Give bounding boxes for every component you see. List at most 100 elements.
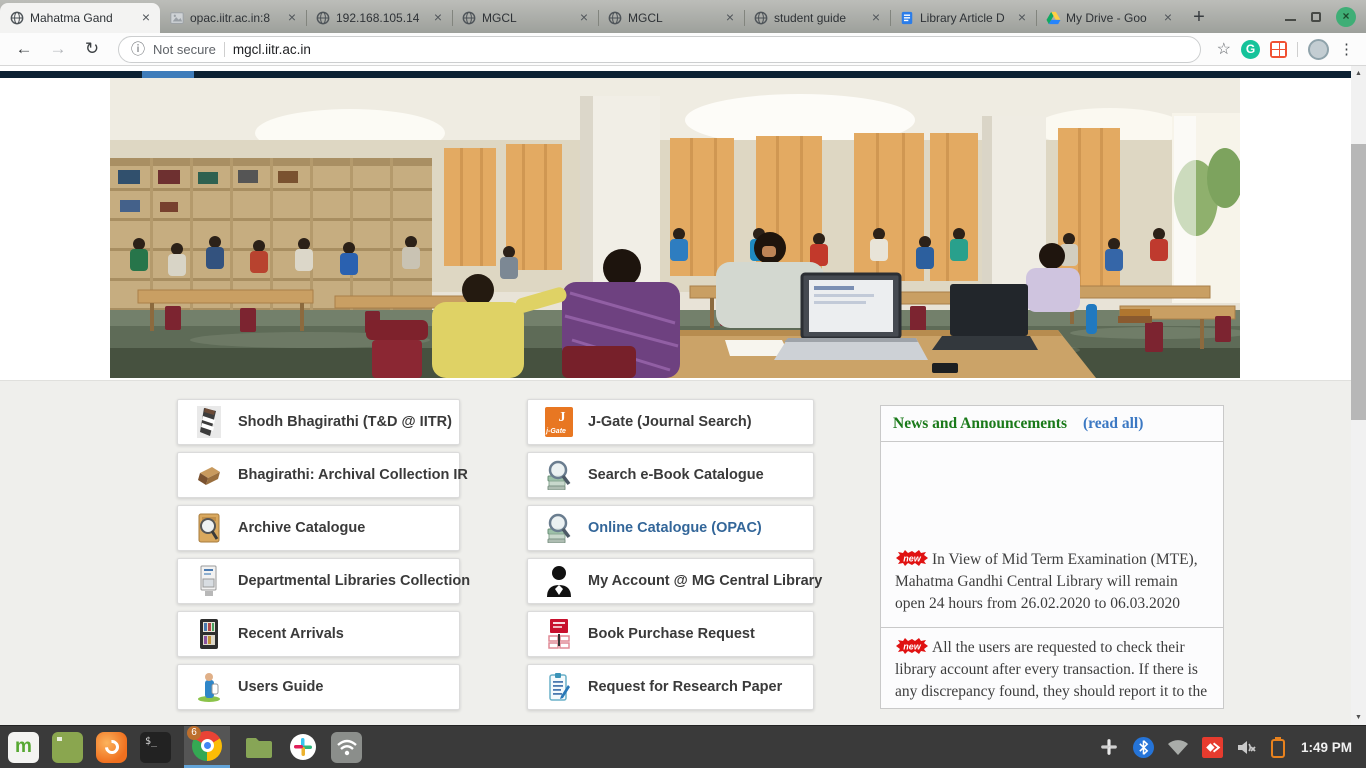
divider xyxy=(224,42,225,57)
wifi-icon[interactable] xyxy=(1167,739,1189,756)
tab-ip-address[interactable]: 192.168.105.14 × xyxy=(306,3,452,33)
clock[interactable]: 1:49 PM xyxy=(1301,740,1352,755)
tab-library-article[interactable]: Library Article D × xyxy=(890,3,1036,33)
close-icon[interactable]: × xyxy=(576,10,592,26)
news-header: News and Announcements (read all) xyxy=(881,406,1223,442)
news-item-text: newIn View of Mid Term Examination (MTE)… xyxy=(895,549,1209,615)
tab-title: 192.168.105.14 xyxy=(336,11,425,25)
tab-title: student guide xyxy=(774,11,863,25)
link-users-guide[interactable]: Users Guide xyxy=(177,664,460,710)
browser-toolbar: ← → ↻ ⓘ Not secure mgcl.iitr.ac.in ☆ G ⋮ xyxy=(0,33,1366,66)
window-controls: × xyxy=(1285,0,1356,33)
profile-avatar[interactable] xyxy=(1308,39,1329,60)
scroll-down-arrow[interactable]: ▼ xyxy=(1351,710,1366,725)
link-shodh-bhagirathi[interactable]: Shodh Bhagirathi (T&D @ IITR) xyxy=(177,399,460,445)
link-ebook-catalogue[interactable]: Search e-Book Catalogue xyxy=(527,452,814,498)
kiosk-icon xyxy=(195,563,223,599)
chrome-menu-icon[interactable]: ⋮ xyxy=(1339,40,1354,58)
active-nav-item-indicator xyxy=(142,71,194,78)
network-launcher-icon[interactable] xyxy=(331,732,362,763)
new-tab-button[interactable]: + xyxy=(1182,3,1216,33)
book-search-icon xyxy=(545,457,573,493)
mint-menu-button[interactable]: m xyxy=(8,732,39,763)
file-manager-icon[interactable] xyxy=(243,732,274,763)
link-opac[interactable]: Online Catalogue (OPAC) xyxy=(527,505,814,551)
link-jgate[interactable]: Jj-Gate J-Gate (Journal Search) xyxy=(527,399,814,445)
globe-favicon xyxy=(753,10,769,26)
reload-button[interactable]: ↻ xyxy=(80,39,104,59)
grammarly-extension-icon[interactable]: G xyxy=(1241,40,1260,59)
bluetooth-icon[interactable] xyxy=(1133,737,1154,758)
news-item: newIn View of Mid Term Examination (MTE)… xyxy=(881,442,1223,628)
slack-tray-icon[interactable] xyxy=(1098,736,1120,758)
volume-muted-icon[interactable] xyxy=(1236,738,1258,757)
tab-mahatma-gandhi-library[interactable]: Mahatma Gand × xyxy=(0,3,160,33)
library-photo xyxy=(110,78,1240,378)
show-desktop-icon[interactable] xyxy=(52,732,83,763)
close-icon[interactable]: × xyxy=(138,10,154,26)
link-book-purchase[interactable]: Book Purchase Request xyxy=(527,611,814,657)
taskbar: m $_ 6 1:49 PM xyxy=(0,725,1366,768)
close-icon[interactable]: × xyxy=(722,10,738,26)
account-person-icon xyxy=(545,563,573,599)
google-docs-favicon xyxy=(899,10,915,26)
link-my-account[interactable]: My Account @ MG Central Library xyxy=(527,558,814,604)
address-bar[interactable]: ⓘ Not secure mgcl.iitr.ac.in xyxy=(118,36,1201,63)
close-icon[interactable]: × xyxy=(1014,10,1030,26)
divider xyxy=(1297,42,1298,57)
tab-opac[interactable]: opac.iitr.ac.in:8 × xyxy=(160,3,306,33)
close-icon[interactable]: × xyxy=(284,10,300,26)
restore-button[interactable] xyxy=(1311,12,1321,22)
security-label: Not secure xyxy=(153,42,216,57)
anydesk-icon[interactable] xyxy=(1202,737,1223,758)
extension-icon[interactable] xyxy=(1270,41,1287,58)
link-archival-collection[interactable]: Bhagirathi: Archival Collection IR xyxy=(177,452,460,498)
system-tray: 1:49 PM xyxy=(1098,736,1358,758)
browser-tab-strip: Mahatma Gand × opac.iitr.ac.in:8 × 192.1… xyxy=(0,0,1366,33)
news-title: News and Announcements xyxy=(893,415,1067,433)
forward-button[interactable]: → xyxy=(46,39,70,59)
close-icon[interactable]: × xyxy=(430,10,446,26)
battery-icon[interactable] xyxy=(1271,737,1285,758)
slack-icon[interactable] xyxy=(287,732,318,763)
chrome-notification-badge: 6 xyxy=(187,726,201,740)
tab-mgcl-2[interactable]: MGCL × xyxy=(598,3,744,33)
svg-text:new: new xyxy=(903,642,922,652)
read-all-link[interactable]: (read all) xyxy=(1083,415,1143,433)
link-departmental-libraries[interactable]: Departmental Libraries Collection xyxy=(177,558,460,604)
svg-text:j-Gate: j-Gate xyxy=(545,428,566,435)
back-button[interactable]: ← xyxy=(12,39,36,59)
scrollbar-thumb[interactable] xyxy=(1351,144,1366,420)
link-research-paper-request[interactable]: Request for Research Paper xyxy=(527,664,814,710)
globe-favicon xyxy=(607,10,623,26)
url-text: mgcl.iitr.ac.in xyxy=(233,42,311,57)
scroll-up-arrow[interactable]: ▲ xyxy=(1351,66,1366,81)
firefox-icon[interactable] xyxy=(96,732,127,763)
site-nav-bar-edge xyxy=(0,71,1351,78)
tab-title: Library Article D xyxy=(920,11,1009,25)
chrome-taskbar-button[interactable]: 6 xyxy=(184,726,230,768)
book-form-icon xyxy=(545,616,573,652)
info-icon[interactable]: ⓘ xyxy=(131,39,145,59)
terminal-icon[interactable]: $_ xyxy=(140,732,171,763)
tab-student-guide[interactable]: student guide × xyxy=(744,3,890,33)
quick-links-column-2: Jj-Gate J-Gate (Journal Search) Search e… xyxy=(527,399,814,717)
window-close-button[interactable]: × xyxy=(1336,7,1356,27)
close-icon[interactable]: × xyxy=(868,10,884,26)
bookshelf-icon xyxy=(195,616,223,652)
google-drive-favicon xyxy=(1045,10,1061,26)
archive-box-icon xyxy=(195,457,223,493)
bookmark-star-icon[interactable]: ☆ xyxy=(1217,39,1231,59)
link-archive-catalogue[interactable]: Archive Catalogue xyxy=(177,505,460,551)
page-scrollbar[interactable]: ▲ ▼ xyxy=(1351,66,1366,725)
news-item: newAll the users are requested to check … xyxy=(881,628,1223,708)
tab-my-drive[interactable]: My Drive - Goo × xyxy=(1036,3,1182,33)
minimize-button[interactable] xyxy=(1285,19,1296,21)
tab-title: My Drive - Goo xyxy=(1066,11,1155,25)
archive-search-icon xyxy=(195,510,223,546)
link-recent-arrivals[interactable]: Recent Arrivals xyxy=(177,611,460,657)
globe-favicon xyxy=(315,10,331,26)
thesis-stack-icon xyxy=(195,404,223,440)
close-icon[interactable]: × xyxy=(1160,10,1176,26)
tab-mgcl-1[interactable]: MGCL × xyxy=(452,3,598,33)
